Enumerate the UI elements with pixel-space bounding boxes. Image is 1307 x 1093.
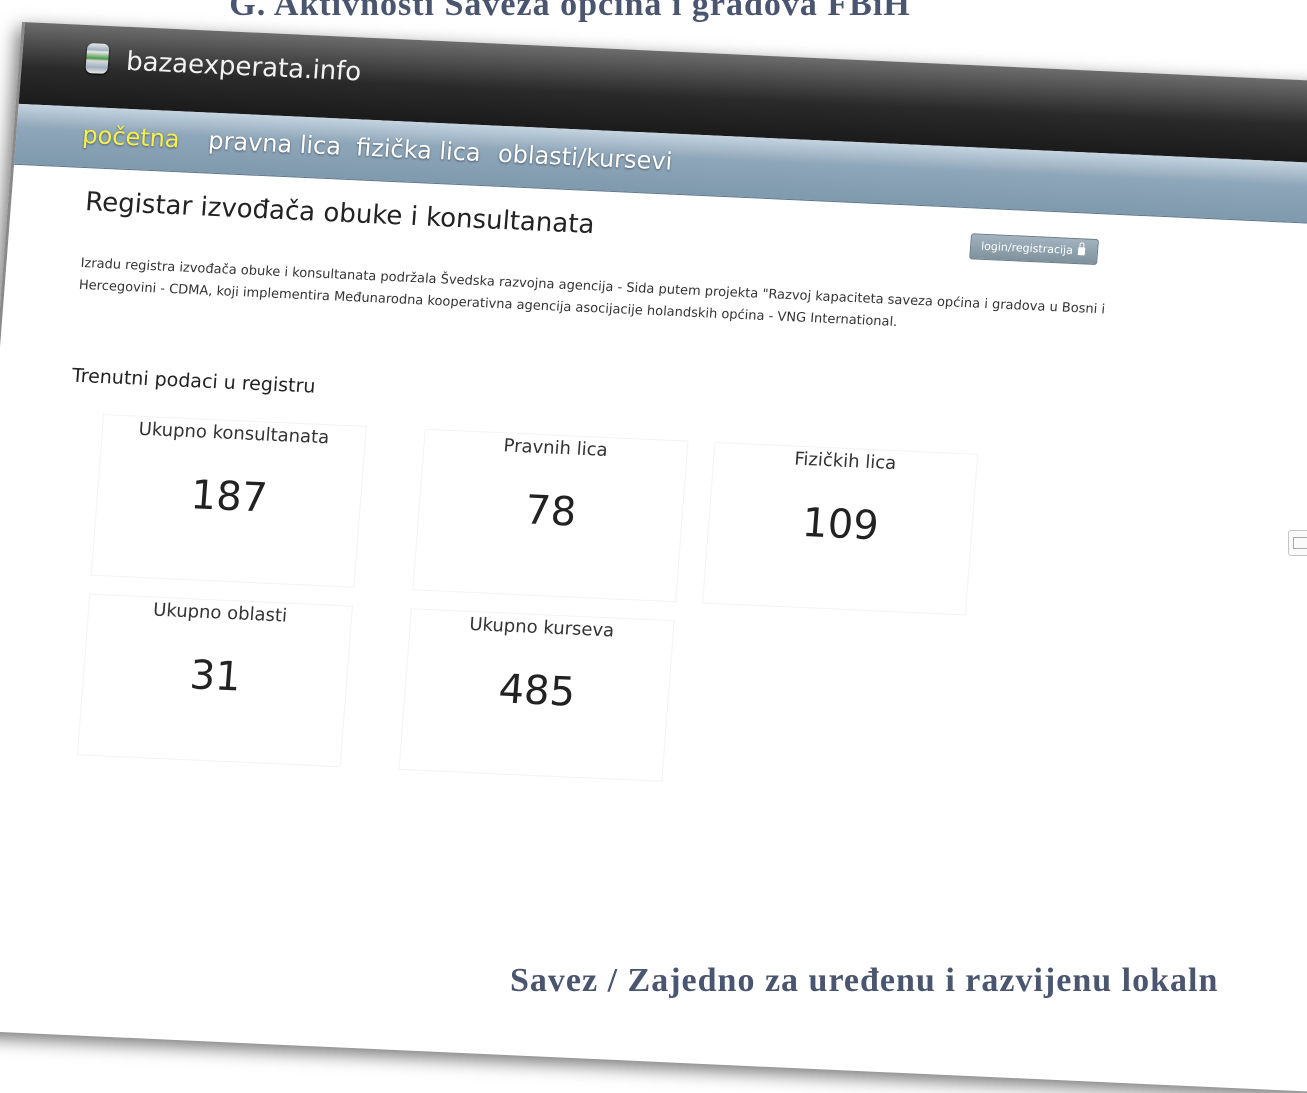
stat-label: Ukupno konsultanata (137, 418, 330, 449)
stat-ukupno-konsultanata: Ukupno konsultanata 187 (90, 414, 367, 588)
nav-pocetna[interactable]: početna (81, 121, 180, 153)
stat-ukupno-kurseva: Ukupno kurseva 485 (398, 608, 675, 782)
site-logo[interactable]: bazaexperata.info (125, 47, 362, 88)
stat-fizickih-lica: Fizičkih lica 109 (702, 441, 979, 616)
nav-fizicka-lica[interactable]: fizička lica (355, 133, 482, 167)
slide-title: G. Aktivnosti Saveza općina i gradova FB… (229, 0, 911, 23)
login-button[interactable]: login/registracija (969, 233, 1099, 266)
nav-oblasti-kursevi[interactable]: oblasti/kursevi (497, 140, 673, 176)
stat-value: 109 (800, 499, 881, 550)
stat-value: 31 (188, 652, 243, 701)
stat-value: 187 (189, 472, 269, 522)
lock-icon (1077, 247, 1086, 256)
stat-label: Pravnih lica (502, 435, 609, 461)
screenshot-frame: bazaexperata.info početna pravna lica fi… (0, 22, 1307, 1093)
database-icon (85, 42, 110, 74)
mail-icon[interactable] (1288, 530, 1307, 556)
slide-footer: Savez / Zajedno za uređenu i razvijenu l… (510, 962, 1219, 999)
nav-pravna-lica[interactable]: pravna lica (207, 127, 342, 161)
page-title: Registar izvođača obuke i konsultanata (84, 187, 596, 241)
stat-value: 78 (523, 487, 578, 536)
stat-label: Ukupno oblasti (152, 599, 288, 627)
stat-label: Ukupno kurseva (468, 613, 615, 642)
stat-label: Fizičkih lica (793, 448, 897, 475)
login-label: login/registracija (980, 239, 1074, 257)
intro-text: Izradu registra izvođača obuke i konsult… (78, 255, 1106, 330)
stat-value: 485 (496, 666, 577, 716)
stat-pravnih-lica: Pravnih lica 78 (412, 428, 689, 603)
section-title: Trenutni podaci u registru (71, 364, 317, 398)
stat-ukupno-oblasti: Ukupno oblasti 31 (76, 593, 354, 768)
